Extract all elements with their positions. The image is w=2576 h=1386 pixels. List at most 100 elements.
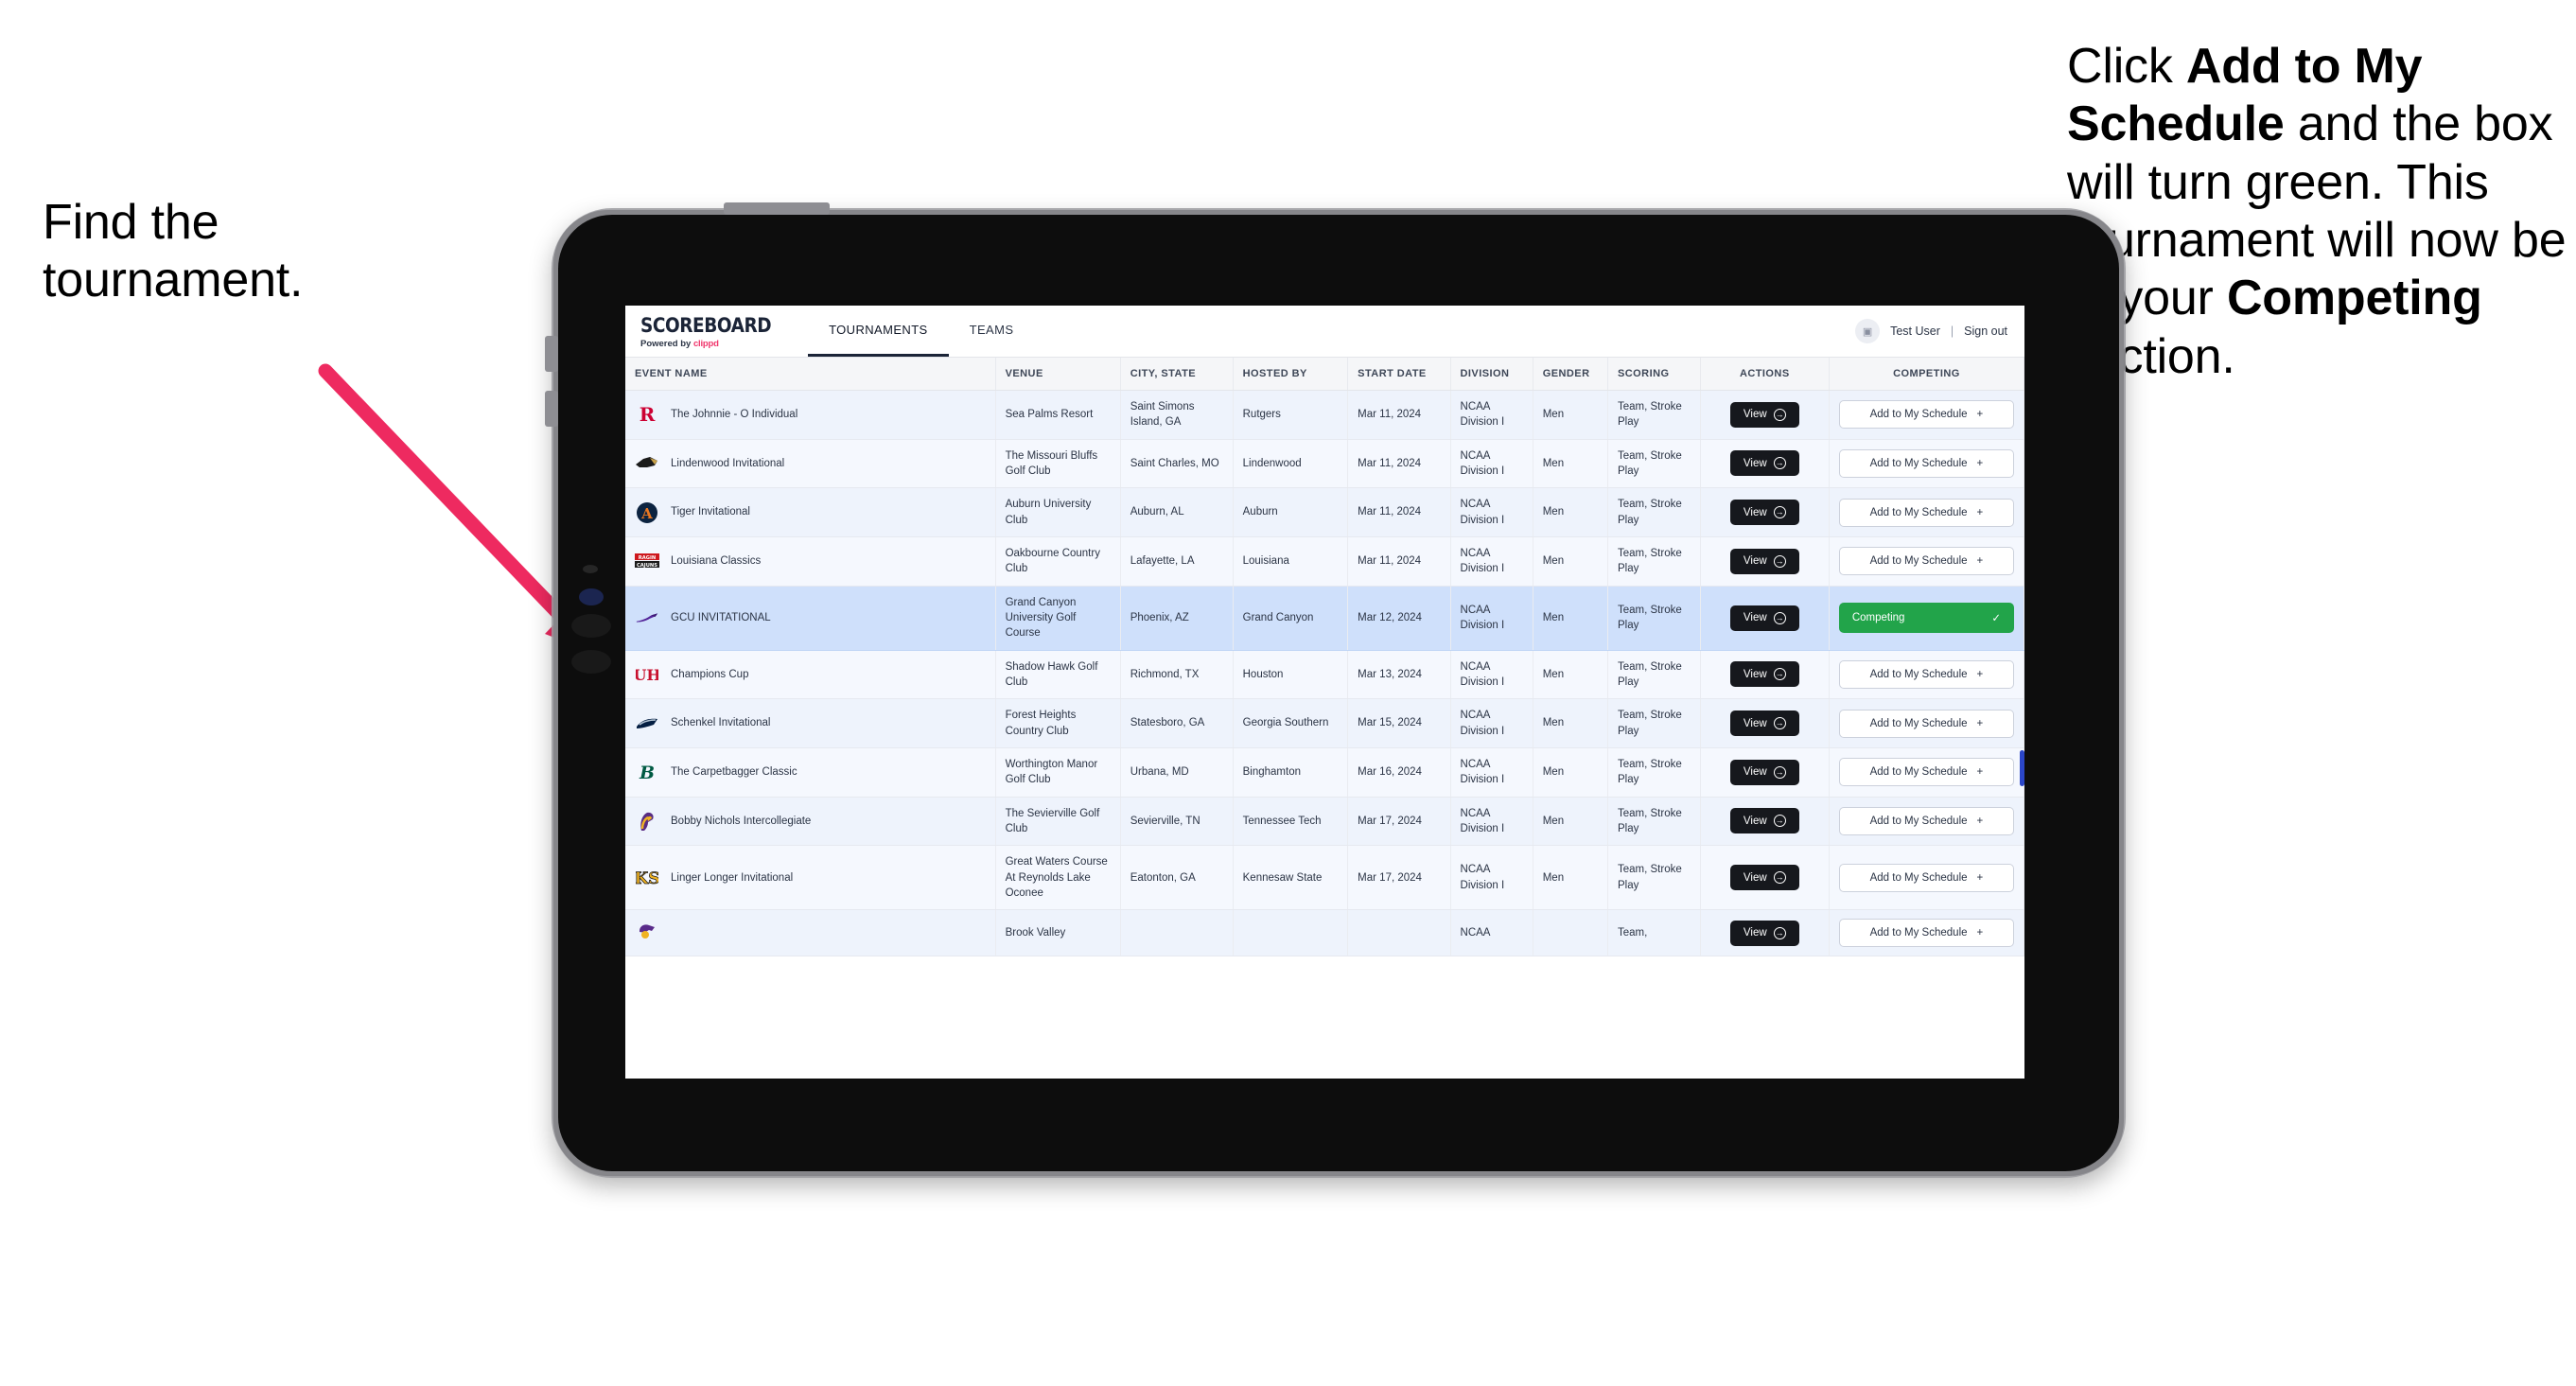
start-date-label: Mar 16, 2024 (1358, 766, 1422, 779)
table-row[interactable]: R The Johnnie - O Individual Sea Palms Res… (625, 390, 2024, 440)
venue-label: Auburn University Club (1005, 499, 1092, 526)
column-start-date[interactable]: START DATE (1347, 358, 1451, 391)
sign-out-link[interactable]: Sign out (1964, 325, 2007, 338)
svg-text:B: B (639, 763, 655, 783)
cell-event-name: R The Johnnie - O Individual (625, 390, 996, 440)
view-button[interactable]: View → (1729, 450, 1799, 477)
user-avatar-icon[interactable]: ▣ (1855, 319, 1881, 343)
column-actions[interactable]: ACTIONS (1700, 358, 1830, 391)
cell-hosted-by (1233, 909, 1349, 957)
column-division[interactable]: DIVISION (1450, 358, 1533, 391)
view-button-label: View (1743, 668, 1767, 680)
table-row[interactable]: Lindenwood Invitational The Missouri Bluf… (625, 439, 2024, 489)
view-button-label: View (1743, 815, 1767, 827)
division-label: NCAA Division I (1460, 449, 1505, 477)
cell-scoring: Team, Stroke Play (1607, 650, 1701, 700)
cell-competing: Add to My Schedule + (1829, 698, 2024, 748)
column-venue[interactable]: VENUE (995, 358, 1121, 391)
gender-label: Men (1542, 668, 1565, 680)
cell-start-date: Mar 11, 2024 (1347, 536, 1451, 587)
cell-gender: Men (1533, 650, 1608, 700)
cell-hosted-by: Georgia Southern (1233, 698, 1349, 748)
kennesaw-state-ks-logo: KS (635, 866, 659, 890)
cell-scoring: Team, Stroke Play (1607, 487, 1701, 537)
table-row[interactable]: A Tiger Invitational Auburn University Clu… (625, 487, 2024, 537)
column-scoring[interactable]: SCORING (1607, 358, 1701, 391)
table-row[interactable]: RAGIN CAJUNS Louisiana Classics Oakbourne C… (625, 536, 2024, 587)
column-hosted-by[interactable]: HOSTED BY (1233, 358, 1349, 391)
venue-label: Oakbourne Country Club (1005, 547, 1100, 575)
powered-prefix: Powered by (640, 338, 693, 349)
column-competing[interactable]: COMPETING (1829, 358, 2024, 391)
cell-start-date: Mar 17, 2024 (1347, 845, 1451, 911)
cell-event-name: A Tiger Invitational (625, 487, 996, 537)
cell-hosted-by: Auburn (1233, 487, 1349, 537)
annotation-right-bold2: Competing (2226, 271, 2482, 326)
division-label: NCAA Division I (1460, 401, 1505, 429)
view-button[interactable]: View → (1729, 548, 1799, 574)
city-state-label: Statesboro, GA (1130, 717, 1205, 729)
table-body: R The Johnnie - O Individual Sea Palms Res… (625, 390, 2024, 957)
account-separator: | (1950, 325, 1954, 338)
cell-competing: Add to My Schedule + (1829, 797, 2024, 847)
view-button[interactable]: View → (1729, 500, 1799, 526)
svg-text:A: A (640, 505, 653, 522)
view-button[interactable]: View → (1729, 808, 1799, 834)
add-to-my-schedule-button[interactable]: Add to My Schedule + (1838, 758, 2014, 787)
table-row[interactable]: UH Champions Cup Shadow Hawk Golf Club Rich… (625, 650, 2024, 700)
table-row[interactable]: Schenkel Invitational Forest Heights Coun… (625, 698, 2024, 748)
table-row[interactable]: GCU INVITATIONAL Grand Canyon University … (625, 586, 2024, 651)
add-to-my-schedule-button[interactable]: Add to My Schedule + (1838, 547, 2014, 576)
add-to-my-schedule-button[interactable]: Add to My Schedule + (1838, 863, 2014, 892)
add-to-my-schedule-button[interactable]: Add to My Schedule + (1838, 448, 2014, 478)
brand-title: SCOREBOARD (640, 313, 772, 337)
view-button[interactable]: View → (1729, 605, 1799, 631)
column-event-name[interactable]: EVENT NAME (625, 358, 996, 391)
start-date-label: Mar 12, 2024 (1358, 611, 1422, 623)
table-row[interactable]: B The Carpetbagger Classic Worthington Man… (625, 747, 2024, 798)
cell-scoring: Team, Stroke Play (1607, 439, 1701, 489)
cell-division: NCAA Division I (1450, 845, 1533, 911)
power-button[interactable] (724, 202, 830, 215)
table-row[interactable]: Bobby Nichols Intercollegiate The Sevierv… (625, 797, 2024, 847)
add-to-my-schedule-button[interactable]: Add to My Schedule + (1838, 400, 2014, 430)
volume-up-button[interactable] (545, 336, 558, 372)
competing-button-label: Competing (1851, 612, 1905, 624)
tab-teams[interactable]: TEAMS (949, 306, 1035, 357)
add-to-my-schedule-button[interactable]: Add to My Schedule + (1838, 709, 2014, 738)
hosted-by-label: Kennesaw State (1242, 871, 1323, 884)
cell-city-state: Sevierville, TN (1120, 797, 1234, 847)
view-button[interactable]: View → (1729, 920, 1799, 946)
scoring-label: Team, Stroke Play (1617, 604, 1682, 632)
add-to-my-schedule-button[interactable]: Add to My Schedule + (1838, 659, 2014, 689)
column-gender[interactable]: GENDER (1533, 358, 1608, 391)
cell-city-state: Saint Simons Island, GA (1120, 390, 1234, 440)
hosted-by-label: Grand Canyon (1242, 611, 1314, 623)
gender-label: Men (1542, 815, 1565, 827)
svg-text:KS: KS (636, 869, 658, 888)
cell-gender: Men (1533, 747, 1608, 798)
cell-city-state: Lafayette, LA (1120, 536, 1234, 587)
tournaments-table: EVENT NAME VENUE CITY, STATE HOSTED BY S… (625, 358, 2024, 957)
vertical-scrollbar[interactable] (2020, 750, 2024, 786)
add-to-my-schedule-button[interactable]: Add to My Schedule + (1838, 498, 2014, 527)
cell-hosted-by: Rutgers (1233, 390, 1349, 440)
table-row[interactable]: KS Linger Longer Invitational Great Waters… (625, 845, 2024, 911)
venue-label: Grand Canyon University Golf Course (1005, 596, 1077, 640)
volume-down-button[interactable] (545, 391, 558, 427)
competing-button[interactable]: Competing ✓ (1838, 603, 2014, 634)
view-button[interactable]: View → (1729, 661, 1799, 688)
arrow-right-circle-icon: → (1773, 871, 1786, 885)
column-city-state[interactable]: CITY, STATE (1120, 358, 1234, 391)
annotation-left-line1: Find the (43, 195, 219, 250)
arrow-right-circle-icon: → (1773, 765, 1786, 779)
view-button[interactable]: View → (1729, 711, 1799, 737)
add-to-my-schedule-button[interactable]: Add to My Schedule + (1838, 806, 2014, 835)
add-to-my-schedule-button[interactable]: Add to My Schedule + (1838, 919, 2014, 948)
view-button[interactable]: View → (1729, 865, 1799, 891)
cell-event-name: B The Carpetbagger Classic (625, 747, 996, 798)
view-button[interactable]: View → (1729, 759, 1799, 785)
tab-tournaments[interactable]: TOURNAMENTS (808, 306, 949, 357)
view-button[interactable]: View → (1729, 401, 1799, 428)
table-row[interactable]: Brook Valley NCAA Team, View → Add to My Sche… (625, 909, 2024, 957)
